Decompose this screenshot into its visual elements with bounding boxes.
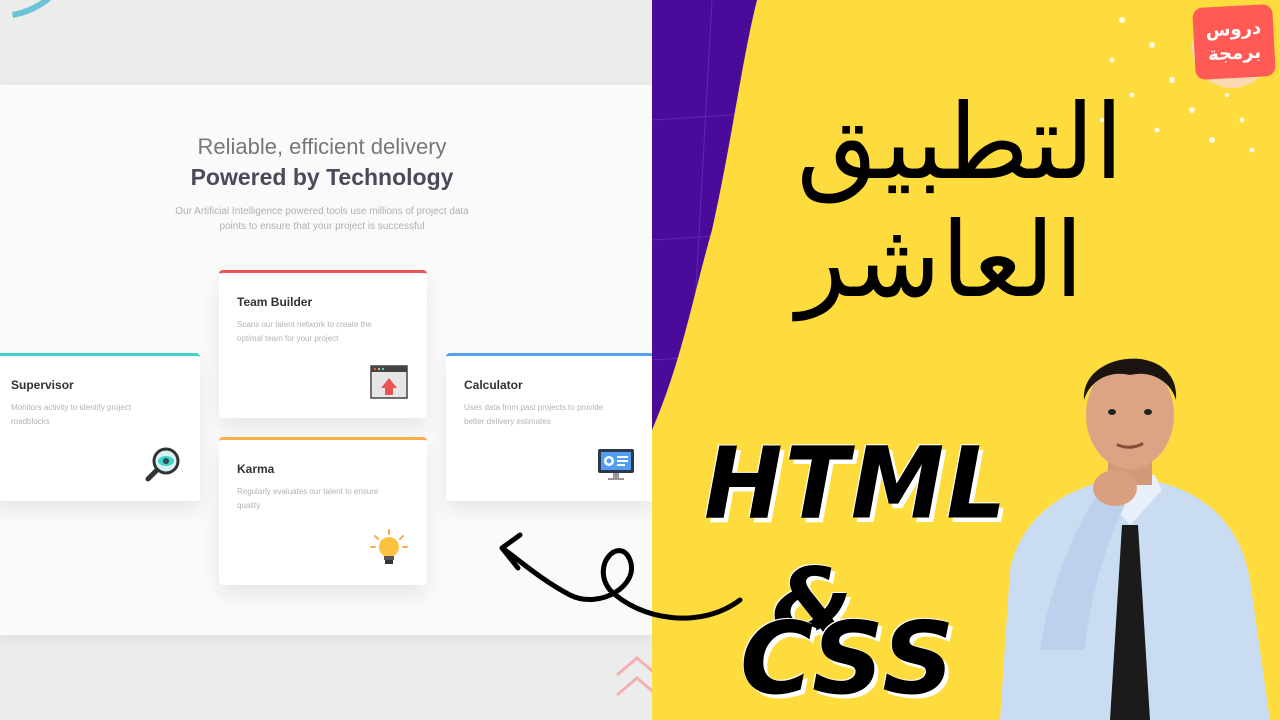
feature-card-calculator: Calculator Uses data from past projects …: [446, 353, 652, 501]
card-description: Monitors activity to identify project ro…: [11, 403, 132, 426]
magnifier-eye-icon: [145, 447, 180, 482]
tech-label-css: CSS: [740, 600, 957, 717]
episode-title-line-1: التطبيق: [796, 81, 1124, 203]
logo-line-1: دروس: [1205, 17, 1262, 42]
browser-upload-icon: [370, 365, 408, 399]
card-description: Scans our talent network to create the o…: [237, 320, 372, 343]
hero-description: Our Artificial Intelligence powered tool…: [175, 206, 469, 232]
card-title: Supervisor: [11, 378, 74, 392]
episode-title-line-2: العاشر: [796, 199, 1084, 321]
feature-card-karma: Karma Regularly evaluates our talent to …: [219, 437, 427, 585]
curly-arrow-icon: [499, 532, 743, 621]
card-title: Karma: [237, 462, 275, 476]
decorative-chevron: [616, 656, 652, 697]
card-description: Uses data from past projects to provide …: [464, 403, 604, 426]
feature-card-team-builder: Team Builder Scans our talent network to…: [219, 270, 427, 418]
channel-logo: دروس برمجة: [1192, 3, 1276, 81]
monitor-dashboard-icon: [598, 449, 634, 480]
thinking-man-illustration: [1000, 358, 1270, 720]
logo-line-2: برمجة: [1207, 41, 1262, 66]
hero-subtitle: Reliable, efficient delivery: [197, 134, 447, 159]
feature-card-supervisor: Supervisor Monitors activity to identify…: [0, 353, 200, 501]
card-title: Team Builder: [237, 295, 313, 309]
card-title: Calculator: [464, 378, 523, 392]
decorative-arc: [0, 0, 79, 19]
hero-title: Powered by Technology: [190, 164, 454, 190]
card-description: Regularly evaluates our talent to ensure…: [237, 487, 379, 510]
lightbulb-icon: [370, 529, 408, 564]
